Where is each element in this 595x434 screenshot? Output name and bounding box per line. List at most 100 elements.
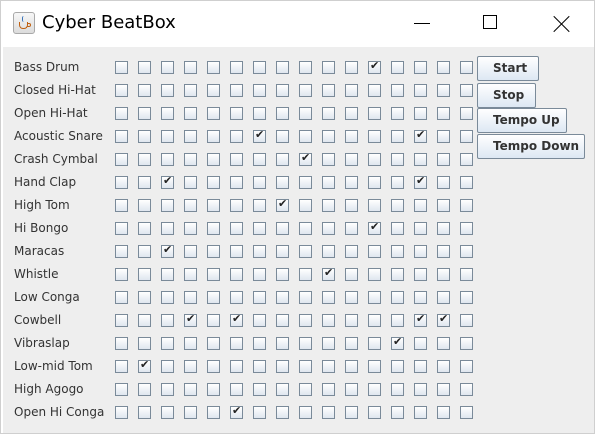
beat-checkbox[interactable] [391,130,404,143]
beat-checkbox[interactable] [230,360,243,373]
beat-checkbox[interactable] [368,153,381,166]
beat-checkbox[interactable] [460,222,473,235]
beat-checkbox[interactable] [115,291,128,304]
beat-checkbox[interactable] [322,153,335,166]
start-button[interactable]: Start [477,56,539,81]
beat-checkbox[interactable] [253,245,266,258]
beat-checkbox[interactable] [253,268,266,281]
beat-checkbox[interactable] [368,59,381,74]
beat-checkbox[interactable] [230,130,243,143]
beat-checkbox[interactable] [391,291,404,304]
beat-checkbox[interactable] [414,291,427,304]
beat-checkbox[interactable] [115,107,128,120]
beat-checkbox[interactable] [253,84,266,97]
beat-checkbox[interactable] [299,268,312,281]
beat-checkbox[interactable] [253,383,266,396]
beat-checkbox[interactable] [345,107,358,120]
beat-checkbox[interactable] [138,383,151,396]
beat-checkbox[interactable] [138,199,151,212]
beat-checkbox[interactable] [368,84,381,97]
beat-checkbox[interactable] [391,314,404,327]
beat-checkbox[interactable] [460,61,473,74]
beat-checkbox[interactable] [230,383,243,396]
beat-checkbox[interactable] [230,291,243,304]
beat-checkbox[interactable] [414,383,427,396]
beat-checkbox[interactable] [161,268,174,281]
beat-checkbox[interactable] [299,406,312,419]
beat-checkbox[interactable] [230,107,243,120]
beat-checkbox[interactable] [391,360,404,373]
beat-checkbox[interactable] [368,406,381,419]
beat-checkbox[interactable] [368,220,381,235]
beat-checkbox[interactable] [368,245,381,258]
beat-checkbox[interactable] [230,153,243,166]
beat-checkbox[interactable] [276,268,289,281]
beat-checkbox[interactable] [299,176,312,189]
beat-checkbox[interactable] [391,199,404,212]
beat-checkbox[interactable] [161,222,174,235]
beat-checkbox[interactable] [207,222,220,235]
beat-checkbox[interactable] [391,383,404,396]
beat-checkbox[interactable] [161,153,174,166]
beat-checkbox[interactable] [253,61,266,74]
beat-checkbox[interactable] [437,245,450,258]
beat-checkbox[interactable] [437,360,450,373]
beat-checkbox[interactable] [138,314,151,327]
beat-checkbox[interactable] [276,383,289,396]
tempo-up-button[interactable]: Tempo Up [477,108,567,133]
beat-checkbox[interactable] [322,61,335,74]
beat-checkbox[interactable] [115,61,128,74]
beat-checkbox[interactable] [345,130,358,143]
beat-checkbox[interactable] [368,314,381,327]
beat-checkbox[interactable] [184,84,197,97]
beat-checkbox[interactable] [414,61,427,74]
beat-checkbox[interactable] [253,107,266,120]
beat-checkbox[interactable] [391,406,404,419]
beat-checkbox[interactable] [391,84,404,97]
beat-checkbox[interactable] [138,222,151,235]
beat-checkbox[interactable] [299,360,312,373]
beat-checkbox[interactable] [299,337,312,350]
beat-checkbox[interactable] [207,337,220,350]
beat-checkbox[interactable] [115,176,128,189]
beat-checkbox[interactable] [230,176,243,189]
title-bar[interactable]: Cyber BeatBox [1,1,594,46]
beat-checkbox[interactable] [207,199,220,212]
beat-checkbox[interactable] [207,107,220,120]
beat-checkbox[interactable] [138,268,151,281]
beat-checkbox[interactable] [230,337,243,350]
beat-checkbox[interactable] [345,222,358,235]
beat-checkbox[interactable] [184,222,197,235]
beat-checkbox[interactable] [184,268,197,281]
beat-checkbox[interactable] [161,360,174,373]
beat-checkbox[interactable] [414,128,427,143]
beat-checkbox[interactable] [299,84,312,97]
beat-checkbox[interactable] [437,312,450,327]
beat-checkbox[interactable] [161,291,174,304]
beat-checkbox[interactable] [414,174,427,189]
beat-checkbox[interactable] [161,199,174,212]
beat-checkbox[interactable] [230,268,243,281]
beat-checkbox[interactable] [207,245,220,258]
beat-checkbox[interactable] [115,314,128,327]
beat-checkbox[interactable] [184,245,197,258]
beat-checkbox[interactable] [161,130,174,143]
beat-checkbox[interactable] [138,107,151,120]
beat-checkbox[interactable] [184,312,197,327]
beat-checkbox[interactable] [230,61,243,74]
beat-checkbox[interactable] [437,176,450,189]
beat-checkbox[interactable] [322,199,335,212]
beat-checkbox[interactable] [368,199,381,212]
beat-checkbox[interactable] [230,404,243,419]
beat-checkbox[interactable] [368,268,381,281]
beat-checkbox[interactable] [322,266,335,281]
beat-checkbox[interactable] [414,406,427,419]
beat-checkbox[interactable] [138,291,151,304]
beat-checkbox[interactable] [276,197,289,212]
beat-checkbox[interactable] [437,291,450,304]
beat-checkbox[interactable] [437,84,450,97]
beat-checkbox[interactable] [276,222,289,235]
beat-checkbox[interactable] [253,199,266,212]
beat-checkbox[interactable] [115,360,128,373]
beat-checkbox[interactable] [207,130,220,143]
